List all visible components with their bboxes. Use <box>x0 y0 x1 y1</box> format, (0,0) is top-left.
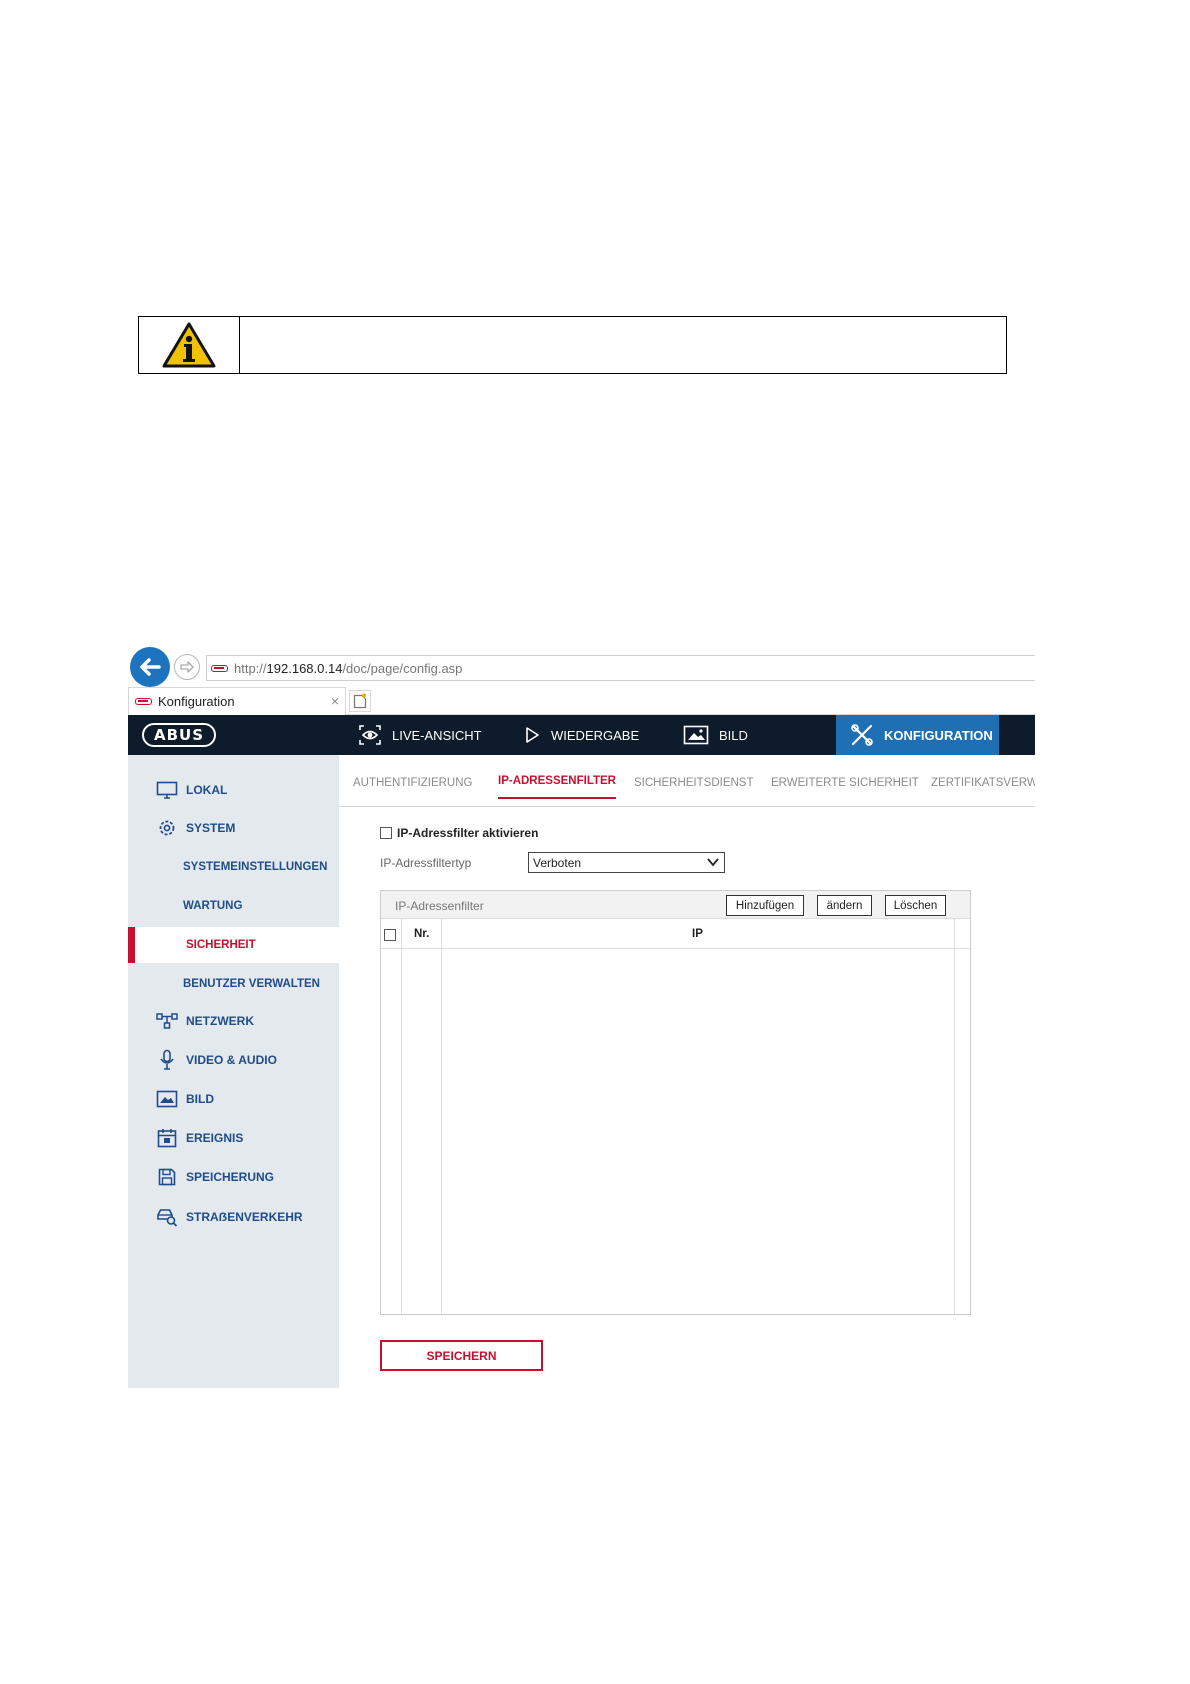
sidebar-item-label: BENUTZER VERWALTEN <box>183 978 320 990</box>
new-tab-icon <box>353 693 367 709</box>
sidebar-item-lokal[interactable]: LOKAL <box>128 772 339 808</box>
sidebar-item-label: VIDEO & AUDIO <box>186 1053 277 1067</box>
ip-filter-enable-row: IP-Adressfilter aktivieren <box>380 826 538 840</box>
sidebar-item-label: LOKAL <box>186 783 228 797</box>
ip-filter-type-value: Verboten <box>533 855 582 870</box>
tab-authentifizierung[interactable]: AUTHENTIFIZIERUNG <box>353 777 472 789</box>
sidebar-item-ereignis[interactable]: EREIGNIS <box>128 1120 339 1156</box>
nav-live-view[interactable]: LIVE-ANSICHT <box>358 715 482 755</box>
sidebar-item-label: NETZWERK <box>186 1014 254 1028</box>
gear-icon <box>156 817 178 839</box>
floppy-disk-icon <box>156 1166 178 1188</box>
config-sidebar: LOKAL SYSTEM SYSTEMEINSTELLUNGEN WARTUNG… <box>128 755 339 1388</box>
info-warning-icon <box>162 322 216 368</box>
sidebar-item-strassenverkehr[interactable]: STRAẞENVERKEHR <box>128 1199 339 1235</box>
ip-filter-panel: IP-Adressenfilter Hinzufügen ändern Lösc… <box>380 890 971 1315</box>
sidebar-item-label: SYSTEMEINSTELLUNGEN <box>183 861 328 873</box>
sidebar-item-speicherung[interactable]: SPEICHERUNG <box>128 1159 339 1195</box>
ip-filter-panel-title: IP-Adressenfilter <box>395 899 484 913</box>
monitor-icon <box>156 779 178 801</box>
security-subtabs: AUTHENTIFIZIERUNG IP-ADRESSENFILTER SICH… <box>339 755 1035 807</box>
sidebar-item-label: SPEICHERUNG <box>186 1170 275 1184</box>
sidebar-item-systemeinstellungen[interactable]: SYSTEMEINSTELLUNGEN <box>128 849 339 885</box>
picture-icon <box>683 725 709 745</box>
sidebar-item-label: BILD <box>186 1092 214 1106</box>
microphone-icon <box>156 1049 178 1071</box>
tools-icon <box>851 724 873 746</box>
sidebar-item-label: SYSTEM <box>186 821 236 835</box>
sidebar-item-label: SICHERHEIT <box>186 939 256 951</box>
ip-filter-type-select[interactable]: Verboten <box>528 852 725 873</box>
app-header: ABUS LIVE-ANSICHT WIEDERGABE BILD KONFIG… <box>128 715 1035 755</box>
sidebar-item-label: WARTUNG <box>183 900 243 912</box>
sidebar-item-video-audio[interactable]: VIDEO & AUDIO <box>128 1042 339 1078</box>
sidebar-item-bild[interactable]: BILD <box>128 1081 339 1117</box>
sidebar-item-wartung[interactable]: WARTUNG <box>128 888 339 924</box>
abus-logo: ABUS <box>142 723 216 747</box>
column-divider <box>401 919 402 1314</box>
column-divider <box>954 919 955 1314</box>
nav-image[interactable]: BILD <box>683 715 748 755</box>
ip-filter-enable-checkbox[interactable] <box>380 827 392 839</box>
sidebar-item-label: STRAẞENVERKEHR <box>186 1210 303 1224</box>
url-path: /doc/page/config.asp <box>342 660 463 676</box>
picture-icon <box>156 1088 178 1110</box>
delete-button[interactable]: Löschen <box>885 895 946 916</box>
tab-erweiterte-sicherheit[interactable]: ERWEITERTE SICHERHEIT <box>771 777 919 789</box>
note-icon-cell <box>139 317 240 373</box>
save-button[interactable]: SPEICHERN <box>380 1340 543 1371</box>
browser-tab-konfiguration[interactable]: Konfiguration × <box>128 687 346 715</box>
eye-icon <box>359 725 381 745</box>
sidebar-item-netzwerk[interactable]: NETZWERK <box>128 1003 339 1039</box>
select-all-checkbox[interactable] <box>384 929 396 941</box>
calendar-icon <box>156 1127 178 1149</box>
note-text-cell <box>240 317 1006 373</box>
url-host: 192.168.0.14 <box>266 660 343 676</box>
tab-sicherheitsdienst[interactable]: SICHERHEITSDIENST <box>634 777 754 789</box>
tab-ip-adressenfilter[interactable]: IP-ADRESSENFILTER <box>498 775 616 799</box>
site-favicon-icon <box>211 664 228 672</box>
nav-playback-label: WIEDERGABE <box>551 727 640 743</box>
add-button[interactable]: Hinzufügen <box>726 895 804 916</box>
forward-button[interactable] <box>174 654 200 680</box>
url-prefix: http:// <box>234 660 267 676</box>
address-bar-row: http://192.168.0.14/doc/page/config.asp <box>128 645 1035 687</box>
tab-title: Konfiguration <box>158 694 235 709</box>
nav-configuration[interactable]: KONFIGURATION <box>836 715 999 755</box>
play-icon <box>526 727 539 743</box>
config-content: AUTHENTIFIZIERUNG IP-ADRESSENFILTER SICH… <box>339 755 1035 1388</box>
nav-live-label: LIVE-ANSICHT <box>392 727 482 743</box>
config-screenshot: http://192.168.0.14/doc/page/config.asp … <box>128 645 1035 1388</box>
tab-zertifikatsverwaltung[interactable]: ZERTIFIKATSVERW <box>931 777 1035 789</box>
ip-filter-type-label: IP-Adressfiltertyp <box>380 856 472 870</box>
sidebar-item-benutzer-verwalten[interactable]: BENUTZER VERWALTEN <box>128 966 339 1002</box>
tab-favicon-icon <box>135 698 152 705</box>
back-button[interactable] <box>130 647 170 687</box>
ip-table-header <box>381 919 970 949</box>
info-note-box <box>138 316 1007 374</box>
sidebar-item-sicherheit[interactable]: SICHERHEIT <box>128 927 339 963</box>
nav-playback[interactable]: WIEDERGABE <box>523 715 639 755</box>
arrow-left-icon <box>140 658 161 676</box>
new-tab-button[interactable] <box>349 690 371 712</box>
ip-filter-panel-header: IP-Adressenfilter Hinzufügen ändern Lösc… <box>381 891 970 919</box>
edit-button[interactable]: ändern <box>817 895 872 916</box>
browser-tab-row: Konfiguration × <box>128 685 1035 715</box>
nav-image-label: BILD <box>719 727 748 743</box>
column-header-ip: IP <box>692 928 703 940</box>
sidebar-item-label: EREIGNIS <box>186 1131 244 1145</box>
arrow-right-icon <box>180 661 194 673</box>
sidebar-item-system[interactable]: SYSTEM <box>128 810 339 846</box>
nav-configuration-label: KONFIGURATION <box>884 727 993 743</box>
url-input[interactable]: http://192.168.0.14/doc/page/config.asp <box>206 655 1035 681</box>
network-icon <box>156 1010 178 1032</box>
ip-filter-enable-label: IP-Adressfilter aktivieren <box>397 826 539 840</box>
column-header-nr: Nr. <box>414 928 430 940</box>
chevron-down-icon <box>707 858 719 867</box>
tab-close-icon[interactable]: × <box>331 693 339 709</box>
car-search-icon <box>156 1206 178 1228</box>
column-divider <box>441 919 442 1314</box>
